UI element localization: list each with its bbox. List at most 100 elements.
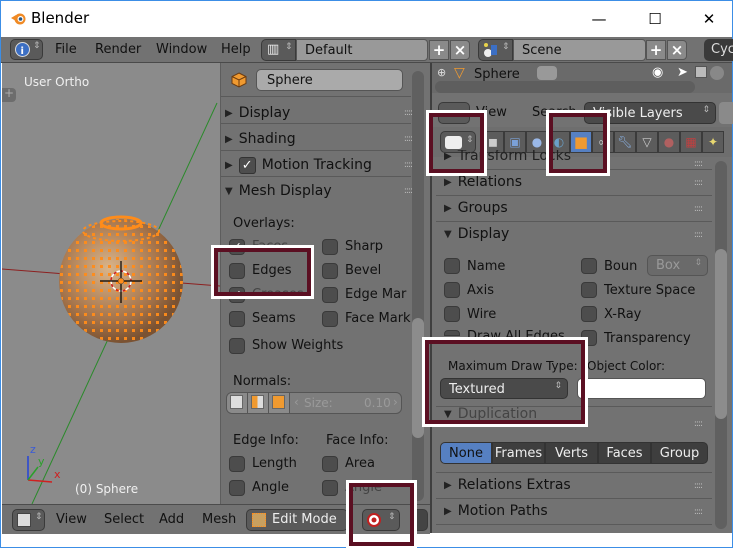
duplication-frames-button[interactable]: Frames (492, 442, 545, 464)
drag-grip-icon[interactable]: :::: (694, 419, 703, 429)
duplication-group-button[interactable]: Group (651, 442, 708, 464)
object-color-swatch[interactable] (577, 378, 706, 399)
scene-name-field[interactable]: Scene (513, 39, 646, 61)
creases-checkbox[interactable]: ✓ (229, 287, 245, 303)
drag-grip-icon[interactable]: :::: (694, 178, 703, 188)
drag-grip-icon[interactable]: :::: (694, 204, 703, 214)
layout-selector-button[interactable]: ▥ ⇕ (261, 39, 296, 61)
section-relations[interactable]: ▶ Relations (444, 170, 522, 194)
selectability-cursor-icon[interactable]: ➤ (677, 65, 688, 80)
remove-layout-button[interactable]: × (450, 40, 470, 60)
normals-size-field[interactable]: ‹ Size: 0.10 › (290, 393, 401, 413)
visible-layers-dropdown[interactable]: Visible Layers ⇕ (584, 102, 716, 124)
section-display[interactable]: ▶ Display (225, 101, 290, 125)
menu-window[interactable]: Window (156, 42, 207, 57)
drag-grip-icon[interactable]: :::: (404, 186, 413, 196)
face-normals-button[interactable] (269, 393, 290, 413)
3d-viewport[interactable]: User Ortho + z y x (0) Sphere (2, 63, 220, 504)
editor-type-outliner-button[interactable] (438, 102, 470, 124)
outliner-item-label[interactable]: Sphere (474, 67, 520, 82)
minimize-button[interactable]: — (579, 5, 619, 33)
draw-all-edges-checkbox[interactable] (444, 330, 460, 336)
section-groups[interactable]: ▶ Groups (444, 196, 508, 220)
face-area-checkbox[interactable] (322, 456, 338, 472)
menu-view[interactable]: View (476, 105, 507, 120)
transparency-checkbox[interactable] (581, 330, 597, 346)
drag-grip-icon[interactable]: :::: (404, 134, 413, 144)
faces-checkbox[interactable]: ✓ (229, 239, 245, 255)
mid-panel-scroll-thumb[interactable] (412, 318, 424, 438)
vertex-normals-button[interactable] (227, 393, 248, 413)
axis-checkbox[interactable] (444, 282, 460, 298)
tab-object[interactable]: ■ (570, 131, 592, 153)
max-draw-type-dropdown[interactable]: Textured ⇕ (440, 378, 568, 399)
menu-file[interactable]: File (55, 42, 77, 57)
bounds-checkbox[interactable] (581, 258, 597, 274)
face-mark-checkbox[interactable] (322, 311, 338, 327)
render-visibility-icon[interactable] (695, 66, 707, 78)
section-duplication[interactable]: ▼ Duplication (444, 407, 537, 421)
edge-length-checkbox[interactable] (229, 456, 245, 472)
properties-scroll-thumb[interactable] (715, 249, 727, 419)
bounds-type-dropdown[interactable]: Box ⇕ (647, 255, 708, 276)
section-relations-extras[interactable]: ▶ Relations Extras (444, 473, 571, 497)
outliner-scrollbar[interactable] (435, 81, 695, 93)
increment-arrow-icon[interactable]: › (393, 395, 398, 409)
remove-scene-button[interactable]: × (667, 40, 687, 60)
split-normals-button[interactable] (248, 393, 269, 413)
edge-mark-checkbox[interactable] (322, 287, 338, 303)
maximize-button[interactable]: ☐ (635, 5, 675, 33)
menu-mesh[interactable]: Mesh (202, 512, 236, 527)
name-checkbox[interactable] (444, 258, 460, 274)
section-motion-tracking[interactable]: ▶ ✓ Motion Tracking (225, 153, 372, 177)
mode-selector-dropdown[interactable]: Edit Mode (246, 509, 348, 531)
seams-checkbox[interactable] (229, 311, 245, 327)
texture-space-checkbox[interactable] (581, 282, 597, 298)
tab-texture[interactable]: ▦ (680, 131, 702, 153)
menu-view[interactable]: View (56, 512, 87, 527)
object-name-field[interactable]: Sphere (256, 69, 403, 91)
tab-modifiers[interactable]: 🔧︎ (614, 131, 636, 153)
decrement-arrow-icon[interactable]: ‹ (294, 395, 299, 409)
tab-data[interactable]: ▽ (636, 131, 658, 153)
close-button[interactable]: ✕ (689, 5, 729, 33)
pivot-point-dropdown[interactable]: ⇕ (362, 509, 400, 531)
motion-tracking-checkbox[interactable]: ✓ (238, 156, 256, 174)
duplication-faces-button[interactable]: Faces (598, 442, 651, 464)
tab-particles[interactable]: ✦ (702, 131, 724, 153)
section-transform-locks[interactable]: ▶ Transform Locks (444, 150, 571, 162)
show-weights-checkbox[interactable] (229, 338, 245, 354)
drag-grip-icon[interactable]: :::: (404, 108, 413, 118)
editor-type-info-button[interactable]: i ⇕ (10, 39, 43, 60)
duplication-none-button[interactable]: None (440, 442, 492, 464)
filter-button[interactable] (719, 102, 733, 124)
bevel-checkbox[interactable] (322, 263, 338, 279)
sharp-checkbox[interactable] (322, 239, 338, 255)
section-mesh-display[interactable]: ▼ Mesh Display (225, 179, 332, 203)
menu-search[interactable]: Search (532, 105, 577, 120)
drag-grip-icon[interactable]: :::: (694, 481, 703, 491)
expand-icon[interactable]: ⊕ (437, 66, 446, 79)
editor-type-3dview-button[interactable]: ⇕ (12, 509, 45, 531)
edge-angle-checkbox[interactable] (229, 480, 245, 496)
x-ray-checkbox[interactable] (581, 306, 597, 322)
viewport-shading-button[interactable] (410, 509, 428, 531)
menu-help[interactable]: Help (221, 42, 251, 57)
duplication-verts-button[interactable]: Verts (545, 442, 598, 464)
menu-render[interactable]: Render (95, 42, 141, 57)
drag-grip-icon[interactable]: :::: (694, 507, 703, 517)
wire-checkbox[interactable] (444, 306, 460, 322)
layout-name-field[interactable]: Default (296, 39, 428, 61)
tab-constraints[interactable]: ∞ (592, 131, 614, 153)
drag-grip-icon[interactable]: :::: (404, 160, 413, 170)
scene-selector-button[interactable]: ⇕ (478, 39, 513, 61)
visibility-eye-icon[interactable]: ◉ (652, 65, 663, 80)
face-angle-checkbox[interactable] (322, 480, 338, 496)
add-scene-button[interactable]: + (646, 40, 666, 60)
render-engine-dropdown[interactable]: Cyc (704, 39, 733, 61)
menu-add[interactable]: Add (159, 512, 184, 527)
section-motion-paths[interactable]: ▶ Motion Paths (444, 499, 548, 523)
drag-grip-icon[interactable]: :::: (694, 159, 703, 169)
menu-select[interactable]: Select (104, 512, 144, 527)
section-display[interactable]: ▼ Display (444, 222, 509, 246)
